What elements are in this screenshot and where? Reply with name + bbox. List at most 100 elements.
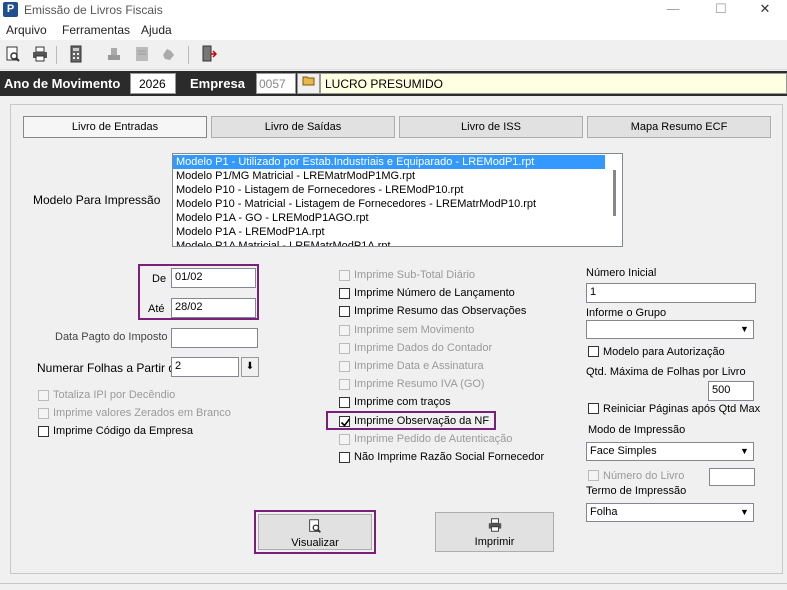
ano-field[interactable]: 2026 — [130, 73, 176, 94]
ate-label: Até — [148, 303, 165, 315]
menu-ajuda[interactable]: Ajuda — [141, 23, 172, 37]
checkbox — [339, 379, 350, 391]
grupo-combo[interactable]: ▼ — [586, 320, 754, 339]
modelo-list-item[interactable]: Modelo P1A Matricial - LREMatrModP1A.rpt — [173, 239, 622, 246]
checkbox-label: Imprime Pedido de Autenticação — [354, 432, 513, 445]
scrollbar-thumb[interactable] — [613, 170, 616, 216]
checkbox-label: Imprime Observação da NF — [354, 414, 490, 427]
window-title: Emissão de Livros Fiscais — [24, 3, 163, 17]
arrow-down-icon[interactable]: ⬇ — [241, 357, 259, 377]
checkbox-label: Imprime valores Zerados em Branco — [53, 407, 231, 419]
checkbox — [339, 433, 350, 445]
empresa-code-field[interactable]: 0057 — [256, 73, 296, 94]
numero-livro-checkbox — [588, 470, 599, 481]
header-bar: Ano de Movimento 2026 Empresa 0057 LUCRO… — [0, 71, 787, 96]
toolbar-separator — [188, 46, 189, 64]
menu-arquivo[interactable]: Arquivo — [6, 23, 47, 37]
preview-icon — [259, 518, 371, 537]
modelo-autorizacao-label: Modelo para Autorização — [603, 346, 725, 358]
toolbar — [0, 40, 787, 70]
reiniciar-paginas-label: Reiniciar Páginas após Qtd Max — [603, 403, 761, 415]
checkbox[interactable] — [339, 288, 350, 300]
modelo-listbox[interactable]: Modelo P1 - Utilizado por Estab.Industri… — [172, 153, 623, 247]
modelo-autorizacao-checkbox[interactable] — [588, 346, 599, 357]
modelo-list-item[interactable]: Modelo P1A - GO - LREModP1AGO.rpt — [173, 211, 622, 225]
numero-inicial-field[interactable]: 1 — [586, 283, 756, 303]
ano-label: Ano de Movimento — [4, 76, 121, 91]
checkbox-label: Não Imprime Razão Social Fornecedor — [354, 451, 545, 463]
checkbox-label: Imprime Código da Empresa — [53, 425, 194, 437]
chevron-down-icon[interactable]: ▼ — [737, 322, 752, 337]
checkbox — [339, 324, 350, 336]
tab-mapa-resumo-ecf[interactable]: Mapa Resumo ECF — [587, 116, 771, 138]
listbox-scrollbar[interactable] — [608, 154, 622, 246]
print-icon[interactable] — [30, 45, 50, 65]
print-icon — [436, 517, 553, 536]
hand-icon — [158, 45, 178, 65]
qtd-maxima-field[interactable]: 500 — [708, 381, 754, 401]
preview-icon[interactable] — [3, 45, 23, 65]
data-pagto-label: Data Pagto do Imposto — [55, 331, 168, 343]
checkbox[interactable] — [339, 306, 350, 318]
numero-inicial-label: Número Inicial — [586, 267, 657, 279]
title-bar: P Emissão de Livros Fiscais — ☐ ✕ — [0, 0, 787, 20]
empresa-label: Empresa — [190, 76, 245, 91]
modelo-list-item[interactable]: Modelo P1 - Utilizado por Estab.Industri… — [173, 155, 605, 169]
folder-open-icon[interactable] — [297, 73, 320, 94]
checkbox[interactable] — [339, 452, 350, 463]
modelo-list-item[interactable]: Modelo P1A - LREModP1A.rpt — [173, 225, 622, 239]
modelo-list-item[interactable]: Modelo P1/MG Matricial - LREMatrModP1MG.… — [173, 169, 622, 183]
imprimir-button[interactable]: Imprimir — [435, 512, 554, 552]
empresa-name-field: LUCRO PRESUMIDO — [320, 73, 787, 94]
de-date-field[interactable]: 01/02 — [171, 268, 256, 288]
checkbox[interactable] — [339, 397, 350, 409]
numerar-folhas-label: Numerar Folhas a Partir de — [37, 361, 182, 375]
exit-door-icon[interactable] — [198, 45, 218, 65]
visualizar-button[interactable]: Visualizar — [258, 514, 372, 550]
menu-bar: Arquivo Ferramentas Ajuda — [0, 20, 787, 40]
checkbox — [339, 270, 350, 281]
checkbox — [339, 361, 350, 372]
reiniciar-paginas-checkbox[interactable] — [588, 403, 599, 414]
numero-livro-label: Número do Livro — [603, 470, 685, 482]
data-pagto-field[interactable] — [171, 328, 258, 348]
modelo-list-item[interactable]: Modelo P10 - Listagem de Fornecedores - … — [173, 183, 622, 197]
close-button[interactable]: ✕ — [742, 0, 787, 20]
termo-impressao-combo[interactable]: Folha ▼ — [586, 503, 754, 522]
checkbox-label: Imprime Resumo das Observações — [354, 305, 527, 318]
termo-impressao-value: Folha — [590, 506, 618, 518]
chevron-down-icon[interactable]: ▼ — [737, 444, 752, 459]
menu-ferramentas[interactable]: Ferramentas — [62, 23, 130, 37]
maximize-button[interactable]: ☐ — [698, 0, 744, 20]
checkbox-label: Totaliza IPI por Decêndio — [53, 389, 176, 401]
visualizar-label: Visualizar — [291, 537, 339, 549]
checkbox-label: Imprime Dados do Contador — [354, 341, 493, 354]
checkbox-label: Imprime Data e Assinatura — [354, 360, 484, 372]
checkbox — [38, 390, 49, 401]
checkbox-label: Imprime com traços — [354, 396, 451, 409]
modo-impressao-combo[interactable]: Face Simples ▼ — [586, 442, 754, 461]
modo-impressao-label: Modo de Impressão — [588, 424, 686, 436]
modelo-label: Modelo Para Impressão — [33, 193, 161, 207]
de-label: De — [152, 273, 167, 285]
grupo-label: Informe o Grupo — [586, 307, 667, 319]
ate-date-field[interactable]: 28/02 — [171, 298, 256, 318]
checkbox — [38, 408, 49, 419]
checkbox — [339, 342, 350, 354]
checkbox[interactable] — [339, 415, 351, 427]
numerar-folhas-field[interactable]: 2 — [171, 357, 239, 377]
checkbox[interactable] — [38, 426, 49, 437]
modelo-list-item[interactable]: Modelo P10 - Matricial - Listagem de For… — [173, 197, 622, 211]
checkbox-label: Imprime Sub-Total Diário — [354, 269, 476, 281]
modo-impressao-value: Face Simples — [590, 445, 657, 457]
termo-impressao-label: Termo de Impressão — [586, 485, 687, 497]
calculator-icon[interactable] — [66, 45, 86, 65]
tab-livro-iss[interactable]: Livro de ISS — [399, 116, 583, 138]
chevron-down-icon[interactable]: ▼ — [737, 505, 752, 520]
tab-livro-saidas[interactable]: Livro de Saídas — [211, 116, 395, 138]
document-icon — [132, 45, 152, 65]
imprimir-label: Imprimir — [474, 536, 515, 548]
minimize-button[interactable]: — — [650, 0, 696, 20]
tab-livro-entradas[interactable]: Livro de Entradas — [23, 116, 207, 138]
numero-livro-field — [709, 468, 755, 486]
